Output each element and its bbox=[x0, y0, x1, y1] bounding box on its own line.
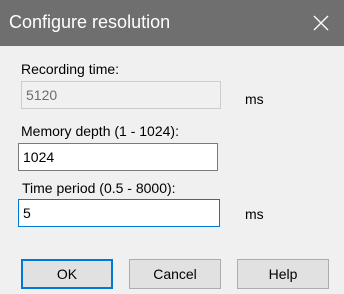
configure-resolution-dialog: Configure resolution Recording time: ms … bbox=[0, 0, 344, 294]
time-period-field[interactable] bbox=[18, 199, 220, 227]
ok-button[interactable]: OK bbox=[21, 259, 113, 289]
recording-time-field bbox=[21, 81, 221, 109]
recording-time-unit: ms bbox=[245, 91, 264, 107]
memory-depth-label: Memory depth (1 - 1024): bbox=[21, 123, 179, 139]
close-button[interactable] bbox=[298, 0, 344, 46]
title-bar[interactable]: Configure resolution bbox=[0, 0, 344, 46]
help-button[interactable]: Help bbox=[237, 259, 329, 289]
recording-time-label: Recording time: bbox=[21, 61, 120, 77]
close-icon bbox=[313, 15, 329, 31]
memory-depth-field[interactable] bbox=[18, 143, 218, 171]
time-period-unit: ms bbox=[245, 206, 264, 222]
time-period-label: Time period (0.5 - 8000): bbox=[22, 180, 176, 196]
cancel-button[interactable]: Cancel bbox=[129, 259, 221, 289]
window-title: Configure resolution bbox=[9, 12, 171, 32]
